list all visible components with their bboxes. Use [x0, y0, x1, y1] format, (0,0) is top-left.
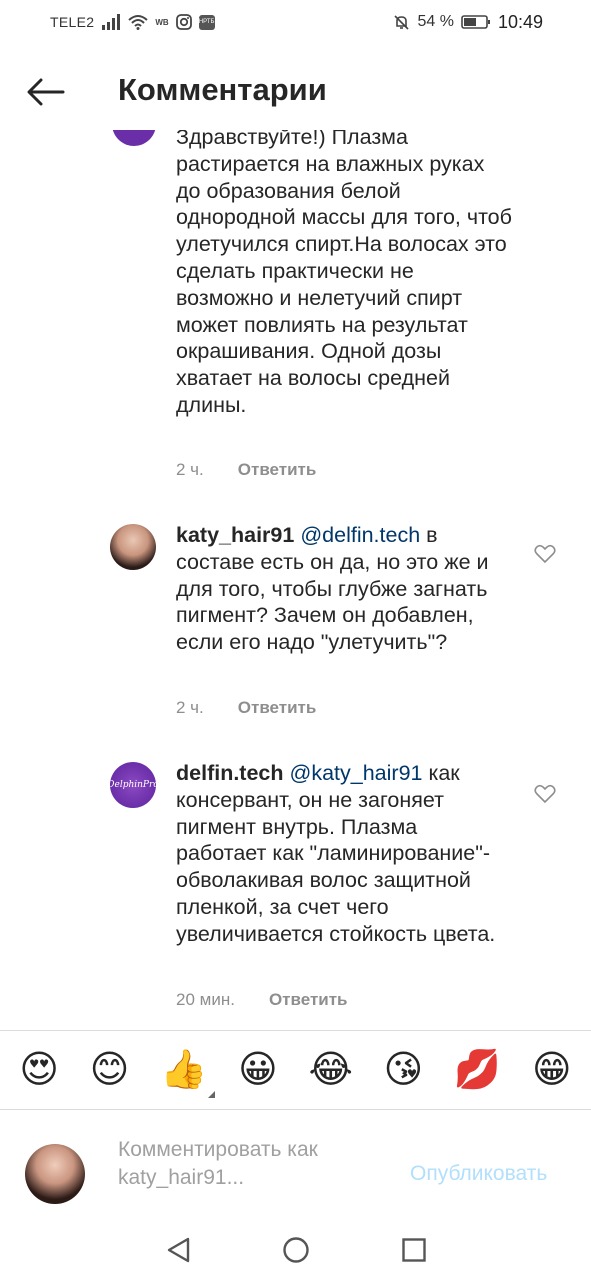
publish-button[interactable]: Опубликовать [410, 1162, 547, 1186]
triangle-back-icon [167, 1237, 189, 1263]
emoji-kiss-lips[interactable]: 💋 [454, 1050, 501, 1090]
circle-home-icon [282, 1237, 309, 1263]
reply-button[interactable]: Ответить [238, 460, 317, 480]
avatar-logo: DelphinPro [110, 780, 156, 790]
emoji-grinning[interactable]: 😀 [238, 1050, 278, 1090]
comment-mention[interactable]: @delfin.tech [300, 523, 420, 547]
system-nav-bar [0, 1220, 591, 1280]
nav-recents-button[interactable] [399, 1235, 429, 1265]
emoji-kissing-wink[interactable]: 😘 [384, 1050, 424, 1090]
comments-list[interactable]: Здравствуйте!) Плазма растирается на вла… [0, 130, 591, 1030]
comment-username[interactable]: katy_hair91 [176, 523, 294, 547]
comment-composer: Комментировать как katy_hair91... Опубли… [0, 1110, 591, 1220]
arrow-left-icon [27, 78, 65, 106]
heart-icon[interactable] [534, 784, 556, 804]
nav-back-button[interactable] [163, 1235, 193, 1265]
mute-bell-icon [394, 14, 410, 30]
emoji-heart-eyes[interactable]: 😍 [19, 1050, 59, 1090]
comment-meta: 20 мин. Ответить [176, 990, 348, 1010]
comment-time: 20 мин. [176, 990, 235, 1009]
clock: 10:49 [497, 11, 543, 32]
reply-button[interactable]: Ответить [238, 698, 317, 718]
comment-body: delfin.tech @katy_hair91 как консервант,… [176, 760, 512, 948]
signal-icon [102, 14, 121, 30]
reply-button[interactable]: Ответить [269, 990, 348, 1010]
comment-time: 2 ч. [176, 698, 204, 717]
heart-icon[interactable] [534, 544, 556, 564]
status-bar: TELE2 WB НРТБ 54 % 10:49 [0, 0, 591, 44]
comments-screen: TELE2 WB НРТБ 54 % 10:49 Комментарии Здр… [0, 0, 591, 1280]
skin-tone-indicator-icon [208, 1091, 216, 1098]
nav-home-button[interactable] [281, 1235, 311, 1265]
avatar[interactable] [110, 524, 156, 570]
emoji-beaming[interactable]: 😁 [532, 1050, 572, 1090]
avatar[interactable] [112, 130, 156, 146]
emoji-thumbs-up[interactable]: 👍 [160, 1049, 216, 1098]
comment-mention[interactable]: @katy_hair91 [290, 761, 423, 785]
wifi-icon [128, 15, 148, 30]
wb-label: WB [155, 17, 169, 27]
comment-meta: 2 ч. Ответить [176, 460, 316, 480]
instagram-icon [175, 14, 192, 30]
square-recents-icon [401, 1238, 426, 1262]
status-left: TELE2 WB НРТБ [50, 14, 215, 30]
user-avatar [25, 1144, 85, 1204]
status-right: 54 % 10:49 [393, 12, 543, 33]
back-button[interactable] [26, 74, 66, 110]
comment-body: katy_hair91 @delfin.tech в составе есть … [176, 522, 512, 656]
comment-time: 2 ч. [176, 460, 204, 479]
avatar[interactable]: DelphinPro [110, 762, 156, 808]
comment-text: как консервант, он не загоняет пигмент в… [176, 761, 496, 946]
battery-icon [461, 15, 490, 29]
app-header: Комментарии [0, 52, 591, 130]
app-badge-icon: НРТБ [198, 14, 215, 30]
emoji-smiling-face[interactable]: 😊 [90, 1050, 130, 1090]
emoji-tears-of-joy[interactable]: 😂 [308, 1050, 352, 1090]
comment-body: Здравствуйте!) Плазма растирается на вла… [176, 130, 512, 419]
emoji-thumbs-up-glyph: 👍 [160, 1049, 208, 1091]
battery-percent: 54 % [417, 13, 454, 30]
carrier-label: TELE2 [50, 14, 95, 30]
comment-text: Здравствуйте!) Плазма растирается на вла… [176, 130, 512, 417]
comment-username[interactable]: delfin.tech [176, 761, 284, 785]
comment-input[interactable]: Комментировать как katy_hair91... [118, 1136, 378, 1192]
comment-meta: 2 ч. Ответить [176, 698, 316, 718]
emoji-bar: 😍 😊 👍 😀 😂 😘 💋 😁 [0, 1030, 591, 1110]
page-title: Комментарии [118, 72, 327, 107]
